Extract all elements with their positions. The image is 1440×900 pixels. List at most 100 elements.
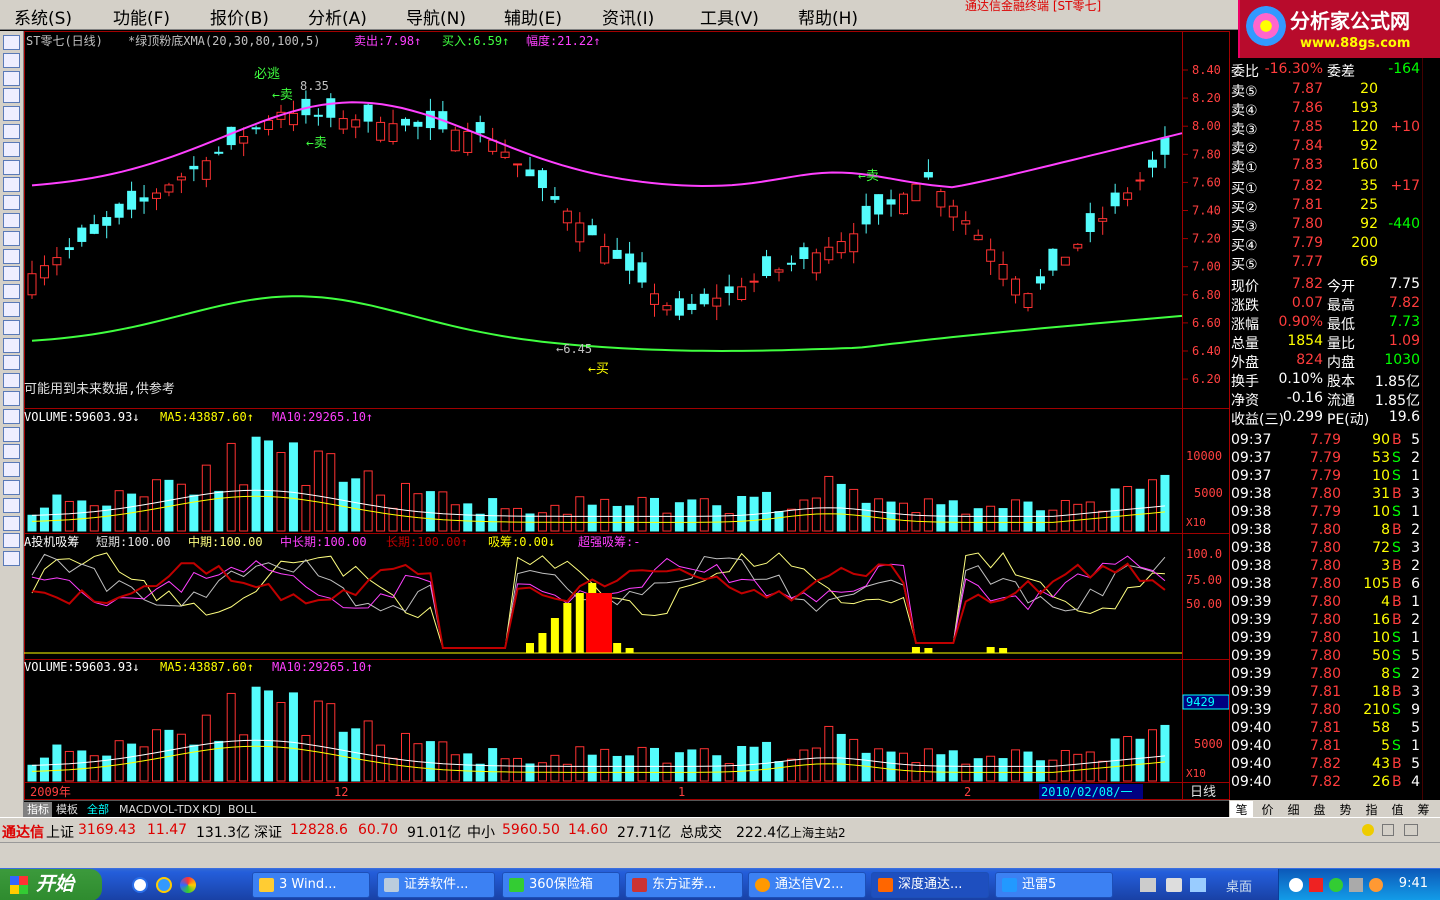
- toolbar-tool-icon[interactable]: [3, 159, 20, 175]
- tray-volume-icon[interactable]: [1349, 878, 1363, 892]
- start-button[interactable]: 开始: [0, 869, 102, 900]
- desktop-label[interactable]: 桌面: [1226, 876, 1252, 895]
- shield-icon: [509, 878, 524, 892]
- tab-vol-tdx[interactable]: VOL-TDX: [149, 802, 203, 817]
- help-icon[interactable]: [1190, 878, 1206, 892]
- toolbar-tool-icon[interactable]: [3, 373, 20, 389]
- toolbar-tool-icon[interactable]: [3, 230, 20, 246]
- quote-tab[interactable]: 指: [1360, 801, 1383, 818]
- keyboard-icon[interactable]: [1140, 878, 1156, 892]
- tray-arrow-icon[interactable]: [1289, 878, 1303, 892]
- volume-bar: [650, 497, 659, 532]
- toolbar-tool-icon[interactable]: [3, 195, 20, 211]
- tab-indicator[interactable]: 指标: [24, 802, 52, 817]
- toolbar-tool-icon[interactable]: [3, 248, 20, 264]
- tray-red-icon[interactable]: [1309, 878, 1323, 892]
- task-deep-tdx[interactable]: 深度通达...: [871, 872, 989, 898]
- menu-quote[interactable]: 报价(B): [210, 4, 269, 29]
- toolbar-tool-icon[interactable]: [3, 141, 20, 157]
- volume2-bar: [1085, 751, 1095, 782]
- toolbar-tool-icon[interactable]: [3, 70, 20, 86]
- menu-navigate[interactable]: 导航(N): [406, 4, 466, 29]
- tick-row-cell: 105: [1363, 576, 1390, 592]
- menu-system[interactable]: 系统(S): [14, 4, 72, 29]
- zx-name[interactable]: 中小: [467, 822, 495, 842]
- sh-name[interactable]: 上证: [46, 822, 74, 842]
- task-tdx-v2[interactable]: 通达信V2...: [748, 872, 866, 898]
- volume2-bar: [986, 755, 996, 782]
- volume-bar: [152, 479, 161, 532]
- chart-canvas[interactable]: ST零七(日线) *绿顶粉底XMA(20,30,80,100,5) 卖出:7.9…: [24, 31, 1230, 800]
- kline-chart-area[interactable]: ST零七(日线) *绿顶粉底XMA(20,30,80,100,5) 卖出:7.9…: [24, 31, 1230, 800]
- tab-kdj[interactable]: KDJ: [199, 802, 224, 817]
- stat-row-cell: 外盘: [1231, 355, 1259, 371]
- candle-body: [824, 246, 834, 261]
- quote-tab[interactable]: 细: [1282, 801, 1305, 818]
- stat-row-cell: 量比: [1327, 336, 1355, 352]
- toolbar-tool-icon[interactable]: [3, 35, 20, 50]
- quote-tab[interactable]: 筹: [1412, 801, 1435, 818]
- task-wind[interactable]: 3 Wind...: [252, 872, 370, 898]
- sell-level-row-cell: 卖①: [1231, 160, 1258, 176]
- toolbar-tool-icon[interactable]: [3, 480, 20, 495]
- toolbar-tool-icon[interactable]: [3, 213, 20, 228]
- toolbar-tool-icon[interactable]: [3, 266, 20, 282]
- toolbar-tool-icon[interactable]: [3, 533, 20, 549]
- toolbar-tool-icon[interactable]: [3, 319, 20, 335]
- task-xunlei[interactable]: 迅雷5: [995, 872, 1113, 898]
- window-toggle-icon[interactable]: [1404, 824, 1418, 836]
- quote-tab[interactable]: 势: [1334, 801, 1357, 818]
- menu-tools[interactable]: 工具(V): [700, 4, 759, 29]
- chrome-icon[interactable]: [180, 877, 196, 893]
- candle-body: [513, 163, 523, 166]
- signal-icon[interactable]: [1382, 824, 1394, 836]
- absorb-bar: [550, 618, 559, 653]
- quote-tab[interactable]: 笔: [1230, 801, 1253, 818]
- task-360[interactable]: 360保险箱: [502, 872, 620, 898]
- quote-tab[interactable]: 值: [1386, 801, 1409, 818]
- sz-name[interactable]: 深证: [254, 822, 282, 842]
- toolbar-tool-icon[interactable]: [3, 551, 20, 567]
- toolbar-tool-icon[interactable]: [3, 106, 20, 122]
- quote-tab[interactable]: 价: [1256, 801, 1279, 818]
- menu-function[interactable]: 功能(F): [113, 4, 170, 29]
- quote-scrollbar[interactable]: [1422, 58, 1440, 800]
- pen-icon[interactable]: [1166, 878, 1182, 892]
- task-orient[interactable]: 东方证券...: [625, 872, 743, 898]
- absorb-pane: [24, 552, 1182, 654]
- vol-axis-10000: 10000: [1186, 449, 1222, 463]
- toolbar-tool-icon[interactable]: [3, 408, 20, 424]
- tab-all[interactable]: 全部: [84, 802, 112, 817]
- toolbar-tool-icon[interactable]: [3, 88, 20, 104]
- task-securities-software[interactable]: 证券软件...: [377, 872, 495, 898]
- ie-icon[interactable]: [156, 877, 172, 893]
- menu-assist[interactable]: 辅助(E): [504, 4, 562, 29]
- station-label[interactable]: 上海主站2: [790, 824, 846, 841]
- toolbar-tool-icon[interactable]: [3, 337, 20, 353]
- toolbar-tool-icon[interactable]: [3, 284, 20, 300]
- toolbar-tool-icon[interactable]: [3, 355, 20, 371]
- tab-template[interactable]: 模板: [53, 802, 81, 817]
- tray-green-icon[interactable]: [1329, 878, 1343, 892]
- toolbar-tool-icon[interactable]: [3, 426, 20, 442]
- toolbar-tool-icon[interactable]: [3, 462, 20, 478]
- toolbar-tool-icon[interactable]: [3, 177, 20, 193]
- candle-body: [637, 262, 647, 283]
- quote-tab[interactable]: 盘: [1308, 801, 1331, 818]
- toolbar-tool-icon[interactable]: [3, 515, 20, 531]
- status-indicator-icon[interactable]: [1362, 824, 1374, 836]
- toolbar-tool-icon[interactable]: [3, 52, 20, 68]
- toolbar-tool-icon[interactable]: [3, 124, 20, 139]
- toolbar-tool-icon[interactable]: [3, 497, 20, 513]
- tick-row: 09:38 7.80 31 B 3: [1230, 485, 1423, 504]
- tray-update-icon[interactable]: [1369, 878, 1383, 892]
- toolbar-tool-icon[interactable]: [3, 302, 20, 317]
- tab-boll[interactable]: BOLL: [225, 802, 259, 817]
- toolbar-tool-icon[interactable]: [3, 444, 20, 460]
- menu-analysis[interactable]: 分析(A): [308, 4, 367, 29]
- menu-help[interactable]: 帮助(H): [798, 4, 858, 29]
- toolbar-tool-icon[interactable]: [3, 391, 20, 406]
- menu-info[interactable]: 资讯(I): [602, 4, 654, 29]
- period-label[interactable]: 日线: [1190, 785, 1216, 800]
- quicklaunch-c-icon[interactable]: [132, 877, 148, 893]
